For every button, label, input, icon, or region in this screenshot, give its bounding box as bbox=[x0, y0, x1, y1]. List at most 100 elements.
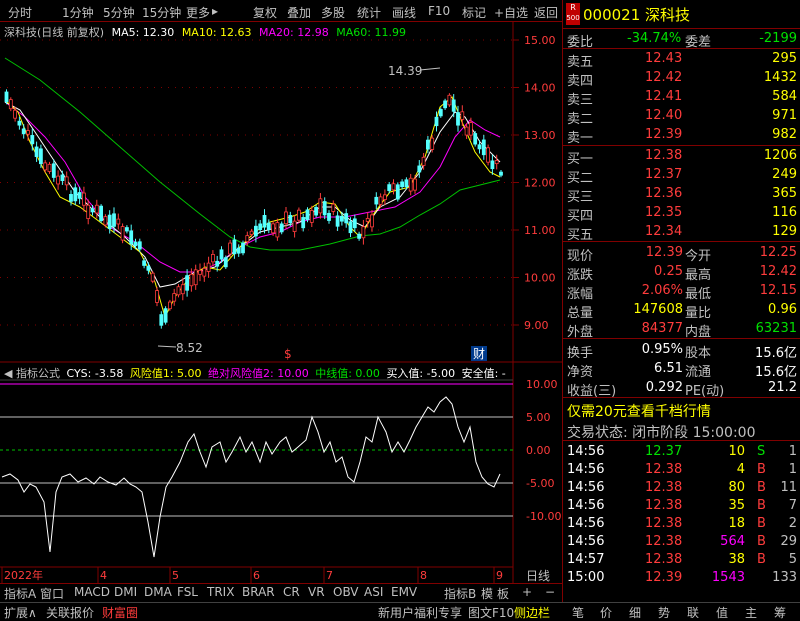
stat-row: 净资 6.51 流通 15.6亿 bbox=[563, 360, 800, 380]
tab-trend[interactable]: 势 bbox=[658, 604, 670, 621]
new-user-promo-link[interactable]: 新用户福利专享 bbox=[378, 604, 462, 621]
candle-body bbox=[348, 221, 353, 234]
finance-mark[interactable]: 财 bbox=[473, 347, 485, 361]
tick-volume: 35 bbox=[728, 498, 745, 513]
kline-chart[interactable]: 15.00 14.00 13.00 12.00 11.00 10.00 9.00 14.39… bbox=[0, 22, 562, 583]
period-label[interactable]: 日线 bbox=[526, 567, 550, 584]
promo-row[interactable]: 仅需20元查看千档行情 bbox=[563, 400, 800, 421]
tab-detail[interactable]: 细 bbox=[629, 604, 641, 621]
tab-price[interactable]: 价 bbox=[600, 604, 612, 621]
btn-f10[interactable]: F10 bbox=[428, 4, 450, 18]
wealth-circle-button[interactable]: 财富圈 bbox=[102, 604, 138, 621]
add-tab-button[interactable]: + bbox=[522, 585, 532, 599]
candle-body bbox=[82, 192, 86, 206]
tab-dmi[interactable]: DMI bbox=[114, 585, 137, 599]
expand-button[interactable]: 扩展∧ bbox=[4, 604, 37, 621]
tab-emv[interactable]: EMV bbox=[391, 585, 417, 599]
candle-body bbox=[499, 171, 503, 176]
high-price-label: 14.39 bbox=[388, 64, 422, 78]
btn-add-favorite[interactable]: +自选 bbox=[494, 4, 528, 21]
stat-value: 12.42 bbox=[759, 264, 797, 279]
btn-back[interactable]: 返回 bbox=[534, 4, 558, 21]
dividend-mark[interactable]: $ bbox=[284, 347, 292, 361]
indicator-name[interactable]: 指标公式 bbox=[16, 367, 60, 380]
tab-macd[interactable]: MACD bbox=[74, 585, 110, 599]
quote-panel: R 500 000021 深科技 委比 -34.74% 委差 -2199 卖五 1… bbox=[562, 0, 800, 602]
tick-row: 14:57 12.38 38 B 5 bbox=[563, 551, 800, 569]
tick-count: 11 bbox=[780, 480, 797, 495]
stat-value: 0.95% bbox=[641, 342, 683, 357]
tab-main[interactable]: 主 bbox=[745, 604, 757, 621]
candle-body bbox=[284, 211, 288, 225]
candle-body bbox=[327, 212, 331, 221]
tick-count: 7 bbox=[788, 498, 797, 513]
candle-body bbox=[232, 239, 237, 255]
btn-biaoji[interactable]: 标记 bbox=[462, 4, 486, 21]
candle-body bbox=[456, 112, 460, 126]
promo-link[interactable]: 仅需20元查看千档行情 bbox=[567, 401, 711, 421]
tab-intraday[interactable]: 分时 bbox=[8, 4, 32, 21]
tab-cr[interactable]: CR bbox=[283, 585, 300, 599]
stat-label: 涨跌 bbox=[567, 268, 594, 283]
tab-value[interactable]: 值 bbox=[716, 604, 728, 621]
tab-1min[interactable]: 1分钟 bbox=[62, 4, 94, 21]
related-quote-button[interactable]: 关联报价 bbox=[46, 604, 94, 621]
tick-volume: 10 bbox=[728, 444, 745, 459]
btn-fuquan[interactable]: 复权 bbox=[253, 4, 277, 21]
btn-diejia[interactable]: 叠加 bbox=[287, 4, 311, 21]
candle-body bbox=[301, 217, 306, 229]
candle-body bbox=[262, 215, 267, 228]
bid-row: 买三 12.36 365 bbox=[563, 185, 800, 205]
tab-obv[interactable]: OBV bbox=[333, 585, 359, 599]
tab-window[interactable]: 窗口 bbox=[40, 585, 64, 602]
candle-body bbox=[150, 272, 155, 282]
tab-15min[interactable]: 15分钟 bbox=[142, 4, 181, 21]
indicator-tabs: 指标A 窗口 MACD DMI DMA FSL TRIX BRAR CR VR … bbox=[0, 583, 562, 602]
tab-5min[interactable]: 5分钟 bbox=[103, 4, 135, 21]
f10-graphic-button[interactable]: 图文F10 bbox=[468, 604, 514, 621]
price-tick-label: 14.00 bbox=[524, 82, 556, 95]
candle-body bbox=[219, 249, 224, 260]
weibi-row: 委比 -34.74% 委差 -2199 bbox=[563, 30, 800, 50]
tab-board[interactable]: 板 bbox=[497, 585, 509, 602]
stat-value: 12.25 bbox=[759, 245, 797, 260]
candle-body bbox=[159, 314, 164, 326]
tick-price: 12.38 bbox=[645, 516, 683, 531]
indicator-tick-label: -10.00 bbox=[526, 510, 561, 523]
tab-chips[interactable]: 筹 bbox=[774, 604, 786, 621]
remove-tab-button[interactable]: − bbox=[545, 585, 555, 599]
tab-more[interactable]: 更多 bbox=[186, 4, 210, 21]
tick-volume: 1543 bbox=[711, 570, 745, 585]
sidebar-button[interactable]: 侧边栏 bbox=[514, 604, 550, 621]
tab-dma[interactable]: DMA bbox=[144, 585, 172, 599]
status-row: 交易状态: 闭市阶段 15:00:00 bbox=[563, 421, 800, 441]
indicator-menu-icon[interactable]: ◀ bbox=[4, 367, 12, 380]
indicator-tick-label: 10.00 bbox=[526, 378, 558, 391]
candle-body bbox=[43, 162, 48, 171]
mid-value: 中线值: 0.00 bbox=[315, 367, 380, 380]
candle-body bbox=[413, 178, 417, 191]
candle-body bbox=[434, 116, 439, 127]
btn-tongji[interactable]: 统计 bbox=[357, 4, 381, 21]
tab-tick[interactable]: 笔 bbox=[572, 604, 584, 621]
date-tick-label: 9 bbox=[496, 569, 503, 582]
tick-price: 12.38 bbox=[645, 462, 683, 477]
tab-linked[interactable]: 联 bbox=[687, 604, 699, 621]
candle-body bbox=[60, 174, 65, 182]
btn-duogu[interactable]: 多股 bbox=[321, 4, 345, 21]
more-arrow-icon[interactable]: ▸ bbox=[212, 4, 218, 18]
price-tick-label: 10.00 bbox=[524, 272, 556, 285]
tab-brar[interactable]: BRAR bbox=[242, 585, 275, 599]
tab-fsl[interactable]: FSL bbox=[177, 585, 198, 599]
tick-price: 12.38 bbox=[645, 552, 683, 567]
tab-vr[interactable]: VR bbox=[308, 585, 325, 599]
candle-body bbox=[275, 222, 280, 238]
tab-indicator-a[interactable]: 指标A bbox=[4, 585, 36, 602]
tab-indicator-b[interactable]: 指标B bbox=[444, 585, 476, 602]
tab-template[interactable]: 模 bbox=[481, 585, 493, 602]
tab-asi[interactable]: ASI bbox=[364, 585, 383, 599]
btn-huaxian[interactable]: 画线 bbox=[392, 4, 416, 21]
candle-body bbox=[189, 273, 194, 287]
stat-label: 流通 bbox=[685, 365, 712, 380]
tab-trix[interactable]: TRIX bbox=[207, 585, 234, 599]
